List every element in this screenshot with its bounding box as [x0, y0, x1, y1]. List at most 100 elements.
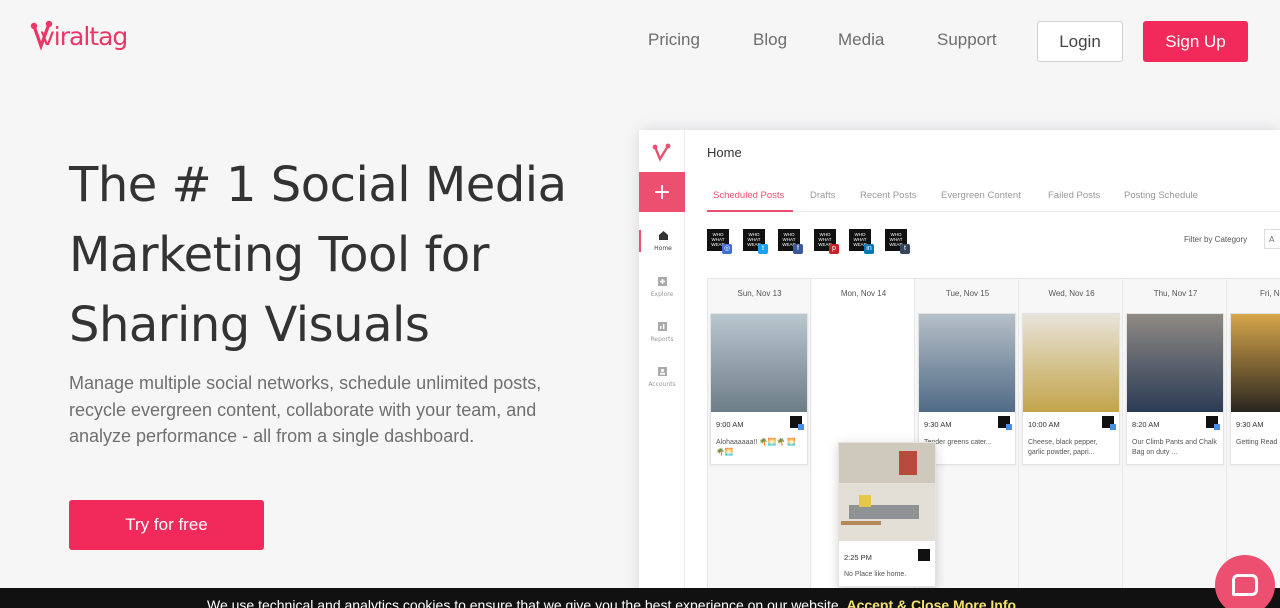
post-meta: 8:20 AM	[1127, 412, 1223, 434]
accept-cookies-button[interactable]: Accept & Close	[846, 597, 949, 608]
try-for-free-button[interactable]: Try for free	[69, 500, 264, 550]
day-label: Wed, Nov 16	[1048, 289, 1095, 298]
post-meta: 9:30 AM	[1231, 412, 1280, 434]
hero-title: The # 1 Social Media Marketing Tool for …	[69, 150, 589, 360]
post-caption: Alohaaaaaa!! 🌴🌅🌴 🌅🌴🌅	[716, 439, 797, 456]
post-time: 2:25 PM	[844, 553, 872, 562]
tab-posting-schedule[interactable]: Posting Schedule	[1124, 190, 1198, 201]
post-time: 9:30 AM	[924, 420, 952, 429]
post-image	[919, 314, 1015, 412]
nav-support[interactable]: Support	[937, 30, 997, 50]
viraltag-logo[interactable]: viraltag	[30, 20, 130, 63]
account-thumbnail	[918, 549, 930, 561]
calendar-day-column[interactable]: Thu, Nov 17 8:20 AM Our Climb Pants and Ch…	[1124, 279, 1227, 608]
chat-launcher-button[interactable]	[1215, 555, 1275, 608]
cookie-text: We use technical and analytics cookies t…	[207, 597, 843, 608]
post-time: 9:00 AM	[716, 420, 744, 429]
twitter-icon: t	[758, 244, 768, 254]
app-logo-icon	[652, 143, 671, 162]
post-image	[1231, 314, 1280, 412]
scheduled-post-card[interactable]: 8:20 AM Our Climb Pants and Chalk Bag on …	[1126, 313, 1224, 465]
post-meta: 9:00 AM	[711, 412, 807, 434]
day-label: Sun, Nov 13	[737, 289, 782, 298]
tumblr-icon: t	[900, 244, 910, 254]
tab-recent-posts[interactable]: Recent Posts	[860, 190, 917, 201]
accounts-icon	[657, 367, 667, 376]
post-meta: 10:00 AM	[1023, 412, 1119, 434]
scheduled-post-card[interactable]: 9:00 AM Alohaaaaaa!! 🌴🌅🌴 🌅🌴🌅	[710, 313, 808, 465]
dragged-post-card[interactable]: 2:25 PM No Place like home.	[838, 442, 936, 587]
post-image	[1023, 314, 1119, 412]
account-thumbnail	[1102, 416, 1116, 430]
chat-icon	[1232, 574, 1258, 596]
active-tab-indicator	[707, 210, 793, 212]
post-caption: Cheese, black pepper, garlic powder, pap…	[1028, 439, 1098, 456]
logo-text: viraltag	[40, 22, 128, 51]
post-image	[1127, 314, 1223, 412]
nav-blog[interactable]: Blog	[753, 30, 787, 50]
home-icon	[658, 231, 668, 240]
cookie-banner: We use technical and analytics cookies t…	[0, 588, 1280, 608]
post-caption: No Place like home.	[844, 571, 907, 578]
sidebar-item-label: Explore	[650, 291, 674, 298]
post-caption: Getting Read	[1236, 439, 1278, 446]
reports-icon	[657, 322, 667, 331]
add-post-button[interactable]: +	[639, 172, 685, 212]
scheduled-post-card[interactable]: 9:30 AM Getting Read	[1230, 313, 1280, 465]
pinterest-icon: p	[829, 244, 839, 254]
day-label: Fri, Nov 18	[1259, 289, 1280, 298]
post-caption: Our Climb Pants and Chalk Bag on duty ..…	[1132, 439, 1217, 456]
day-label: Thu, Nov 17	[1153, 289, 1198, 298]
category-filter-select[interactable]: A	[1264, 229, 1280, 249]
account-avatar-facebook[interactable]: WHO WHAT WEAR f	[778, 229, 803, 254]
sidebar-item-label: Accounts	[648, 381, 676, 388]
post-meta: 9:30 AM	[919, 412, 1015, 434]
post-time: 9:30 AM	[1236, 420, 1264, 429]
account-avatar-twitter[interactable]: WHO WHAT WEAR t	[743, 229, 768, 254]
tab-scheduled-posts[interactable]: Scheduled Posts	[713, 190, 784, 201]
login-button[interactable]: Login	[1037, 21, 1123, 62]
hero-title-line-3: Sharing Visuals	[69, 297, 430, 353]
more-info-link[interactable]: More Info	[953, 597, 1016, 608]
hero-title-line-2: Marketing Tool for	[69, 227, 489, 283]
hero-subtitle: Manage multiple social networks, schedul…	[69, 373, 542, 446]
account-avatar-tumblr[interactable]: WHO WHAT WEAR t	[885, 229, 910, 254]
sidebar-item-reports[interactable]: Reports	[639, 321, 685, 343]
sidebar-item-label: Reports	[650, 336, 674, 343]
facebook-icon: f	[793, 244, 803, 254]
post-image	[839, 443, 935, 541]
calendar-day-column[interactable]: Sun, Nov 13 9:00 AM Alohaaaaaa!! 🌴🌅🌴 🌅🌴🌅	[708, 279, 811, 608]
hero-title-line-1: The # 1 Social Media	[69, 157, 567, 213]
tab-failed-posts[interactable]: Failed Posts	[1048, 190, 1100, 201]
account-avatar-linkedin[interactable]: WHO WHAT WEAR in	[849, 229, 874, 254]
day-label: Mon, Nov 14	[840, 289, 887, 298]
instagram-icon: ◎	[722, 244, 732, 254]
scheduled-post-card[interactable]: 10:00 AM Cheese, black pepper, garlic pow…	[1022, 313, 1120, 465]
nav-pricing[interactable]: Pricing	[648, 30, 700, 50]
tab-evergreen-content[interactable]: Evergreen Content	[941, 190, 1021, 201]
sidebar-item-home[interactable]: Home	[639, 230, 685, 252]
account-avatar-pinterest[interactable]: WHO WHAT WEAR p	[814, 229, 839, 254]
app-page-title: Home	[707, 145, 742, 160]
account-thumbnail	[998, 416, 1012, 430]
sidebar-item-accounts[interactable]: Accounts	[639, 366, 685, 388]
sidebar-item-explore[interactable]: Explore	[639, 276, 685, 298]
app-preview: + Home Explore Reports Accounts Home Sch…	[639, 130, 1280, 608]
post-image	[711, 314, 807, 412]
signup-button[interactable]: Sign Up	[1143, 21, 1248, 62]
calendar-grid: Sun, Nov 13 9:00 AM Alohaaaaaa!! 🌴🌅🌴 🌅🌴🌅 Mo…	[707, 278, 1280, 608]
explore-icon	[657, 277, 667, 286]
linkedin-icon: in	[864, 244, 874, 254]
post-time: 8:20 AM	[1132, 420, 1160, 429]
account-thumbnail	[790, 416, 804, 430]
tab-drafts[interactable]: Drafts	[810, 190, 835, 201]
account-avatar-instagram[interactable]: WHO WHAT WEAR ◎	[707, 229, 732, 254]
account-thumbnail	[1206, 416, 1220, 430]
nav-media[interactable]: Media	[838, 30, 884, 50]
filter-by-category-label: Filter by Category	[1184, 235, 1248, 244]
app-sidebar: + Home Explore Reports Accounts	[639, 130, 685, 608]
calendar-day-column[interactable]: Wed, Nov 16 10:00 AM Cheese, black pepper,…	[1020, 279, 1123, 608]
app-tabs: Scheduled Posts Drafts Recent Posts Ever…	[705, 188, 1280, 212]
sidebar-item-label: Home	[654, 245, 672, 252]
post-time: 10:00 AM	[1028, 420, 1060, 429]
